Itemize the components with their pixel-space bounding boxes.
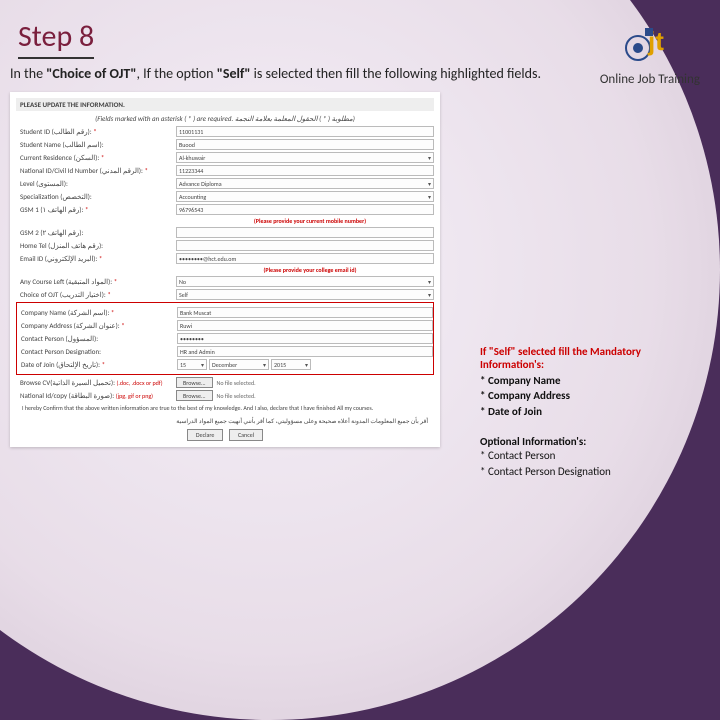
contact-person-label: Contact Person (المسؤول): [17,334,177,343]
designation-input[interactable]: HR and Admin [177,346,433,357]
callout-mandatory: If "Self" selected fill the Mandatory In… [480,345,700,479]
callout-mandatory-head: If "Self" selected fill the Mandatory In… [480,345,700,371]
highlighted-fields: Company Name (اسم الشركة): *Bank Muscat … [16,302,434,375]
form-header: PLEASE UPDATE THE INFORMATION. [16,98,434,111]
natid-label: National ID/Civil Id Number (الرقم المدن… [16,166,176,175]
course-left-label: Any Course Left (المواد المتبقية): * [16,277,176,286]
chevron-down-icon: ▾ [428,278,431,286]
level-label: Level (المستوى): [16,179,176,188]
chevron-down-icon: ▾ [428,154,431,162]
contact-person-input[interactable]: •••••••• [177,333,433,344]
name-label: Student Name (اسم الطالب): [16,140,176,149]
gsm1-input[interactable]: 96796543 [176,204,434,215]
doj-label: Date of Join (تاريخ الإلتحاق): * [17,360,177,369]
chevron-down-icon: ▾ [428,180,431,188]
email-input[interactable]: ••••••••@hct.edu.om [176,253,434,264]
page-title: Step 8 [18,18,94,59]
course-left-select[interactable]: No▾ [176,276,434,287]
hometel-input[interactable] [176,240,434,251]
optional-item: * Contact Person [480,448,700,463]
ojt-choice-label: Choice of OJT (اختيار التدريب): * [16,290,176,299]
logo-caption: Online Job Training [600,72,700,87]
address-label: Company Address (عنوان الشركة): * [17,321,177,330]
spec-label: Specialization (التخصص): [16,192,176,201]
company-label: Company Name (اسم الشركة): * [17,308,177,317]
cancel-button[interactable]: Cancel [229,429,263,441]
spec-select[interactable]: Accounting▾ [176,191,434,202]
gsm2-input[interactable] [176,227,434,238]
declare-button[interactable]: Declare [187,429,223,441]
email-hint: (Please provide your college email id) [186,266,434,274]
hometel-label: Home Tel (رقم هاتف المنزل): [16,241,176,250]
callout-optional-head: Optional Information's: [480,435,700,448]
mobile-hint: (Please provide your current mobile numb… [186,217,434,225]
declaration-text: I hereby Confirm that the above written … [22,405,428,413]
cv-browse-button[interactable]: Browse... [176,377,213,388]
natid-input[interactable]: 11223344 [176,165,434,176]
declaration-arabic: أقر بأن جميع المعلومات المدونة أعلاه صحي… [22,417,428,425]
asterisk-note: (Fields marked with an asterisk ( * ) ar… [16,114,434,123]
student-id-input[interactable]: 11001131 [176,126,434,137]
optional-item: * Contact Person Designation [480,464,700,479]
cv-nofile-text: No file selected. [217,379,256,387]
residence-label: Current Residence (السكن): * [16,153,176,162]
chevron-down-icon: ▾ [428,291,431,299]
level-select[interactable]: Advance Diploma▾ [176,178,434,189]
mandatory-item: * Date of Join [480,404,700,419]
gsm2-label: GSM 2 (رقم الهاتف ٢): [16,228,176,237]
mandatory-item: * Company Name [480,373,700,388]
student-id-label: Student ID (رقم الطالب): * [16,127,176,136]
form-screenshot: PLEASE UPDATE THE INFORMATION. (Fields m… [10,92,440,447]
doj-year-select[interactable]: 2015▾ [271,359,311,370]
gsm1-label: GSM 1 (رقم الهاتف ١): * [16,205,176,214]
brand-logo: jt Online Job Training [600,18,700,87]
email-label: Email ID (البريد الإلكتروني): * [16,254,176,263]
logo-icon: jt [620,18,680,68]
cv-label: Browse CV(تحميل السيرة الذاتية): (.doc, … [16,378,176,387]
natid-nofile-text: No file selected. [217,392,256,400]
doj-day-select[interactable]: 15▾ [177,359,207,370]
name-input[interactable]: Buood [176,139,434,150]
chevron-down-icon: ▾ [428,193,431,201]
doj-month-select[interactable]: December▾ [209,359,269,370]
company-input[interactable]: Bank Muscat [177,307,433,318]
ojt-choice-select[interactable]: Self▾ [176,289,434,300]
mandatory-item: * Company Address [480,388,700,403]
natid-browse-button[interactable]: Browse... [176,390,213,401]
address-input[interactable]: Ruwi [177,320,433,331]
designation-label: Contact Person Designation: [17,347,177,356]
natid-copy-label: National Id/copy (صورة البطاقة): (jpg, g… [16,391,176,400]
residence-select[interactable]: Al-khuwair▾ [176,152,434,163]
